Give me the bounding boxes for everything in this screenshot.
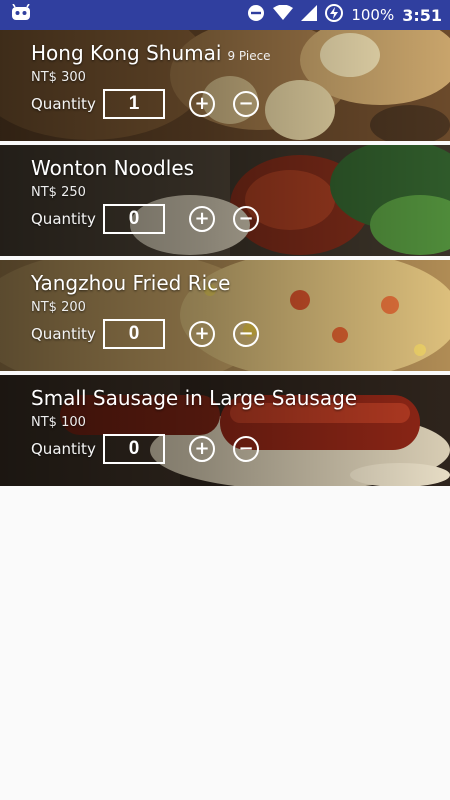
quantity-field[interactable]: 0 [103, 434, 165, 464]
food-card-fried-rice: Yangzhou Fried Rice NT$ 200 Quantity 0 +… [0, 260, 450, 371]
increase-button[interactable]: + [189, 206, 215, 232]
plus-icon: + [194, 208, 210, 229]
battery-percent: 100% [351, 6, 395, 24]
food-price: NT$ 100 [31, 415, 86, 430]
food-name: Hong Kong Shumai [31, 41, 222, 65]
plus-icon: + [194, 438, 210, 459]
minus-icon: − [238, 438, 254, 459]
decrease-button[interactable]: − [233, 91, 259, 117]
food-card-sausage: Small Sausage in Large Sausage NT$ 100 Q… [0, 375, 450, 486]
minus-icon: − [238, 323, 254, 344]
food-unit: 9 Piece [227, 49, 271, 63]
clock-time: 3:51 [402, 5, 442, 25]
quantity-field[interactable]: 0 [103, 319, 165, 349]
food-name: Wonton Noodles [31, 156, 195, 180]
quantity-label: Quantity [31, 440, 96, 458]
status-bar: 100% 3:51 [0, 0, 450, 30]
quantity-field[interactable]: 1 [103, 89, 165, 119]
plus-icon: + [194, 93, 210, 114]
decrease-button[interactable]: − [233, 321, 259, 347]
battery-charging-icon [325, 4, 344, 26]
quantity-label: Quantity [31, 325, 96, 343]
food-price: NT$ 300 [31, 70, 86, 85]
food-card-wonton-noodles: Wonton Noodles NT$ 250 Quantity 0 + − [0, 145, 450, 256]
decrease-button[interactable]: − [233, 436, 259, 462]
decrease-button[interactable]: − [233, 206, 259, 232]
increase-button[interactable]: + [189, 91, 215, 117]
wifi-icon [273, 4, 294, 25]
food-card-shumai: Hong Kong Shumai 9 Piece NT$ 300 Quantit… [0, 30, 450, 141]
do-not-disturb-icon [247, 4, 265, 26]
food-list: Hong Kong Shumai 9 Piece NT$ 300 Quantit… [0, 30, 450, 490]
minus-icon: − [238, 208, 254, 229]
food-price: NT$ 250 [31, 185, 86, 200]
quantity-field[interactable]: 0 [103, 204, 165, 234]
food-name: Small Sausage in Large Sausage [31, 386, 358, 410]
quantity-label: Quantity [31, 210, 96, 228]
minus-icon: − [238, 93, 254, 114]
increase-button[interactable]: + [189, 321, 215, 347]
plus-icon: + [194, 323, 210, 344]
increase-button[interactable]: + [189, 436, 215, 462]
quantity-label: Quantity [31, 95, 96, 113]
cell-signal-icon [301, 5, 318, 25]
android-bot-icon [10, 3, 32, 26]
food-name: Yangzhou Fried Rice [31, 271, 231, 295]
food-price: NT$ 200 [31, 300, 86, 315]
